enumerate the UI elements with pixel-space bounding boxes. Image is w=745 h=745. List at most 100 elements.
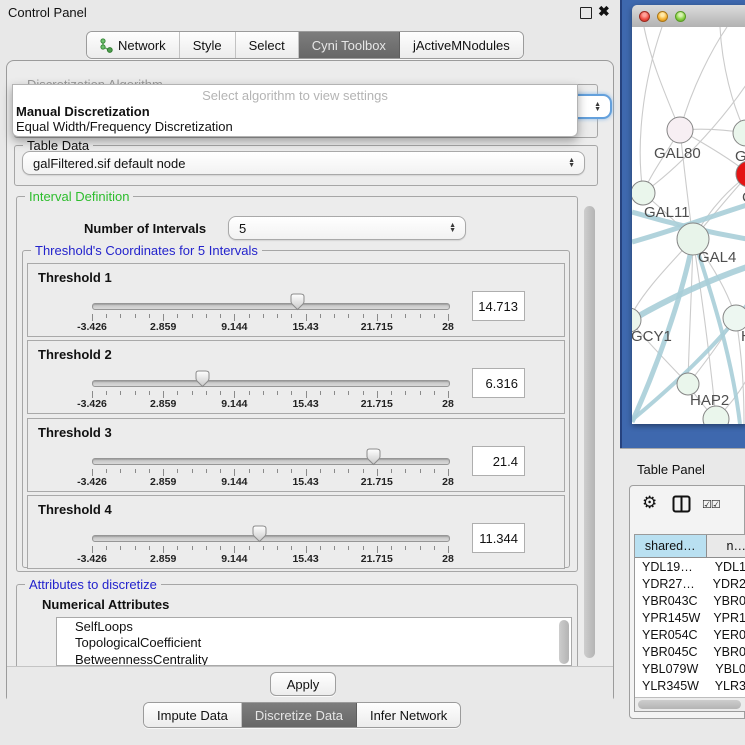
close-icon[interactable]: ✖	[598, 3, 610, 20]
tab-select[interactable]: Select	[236, 32, 299, 58]
popup-item-text: Equal Width/Frequency Discretization	[16, 119, 233, 134]
table-row[interactable]: YLR345WYLR3	[635, 677, 745, 694]
popup-item-equal-width[interactable]: Equal Width/Frequency Discretization	[13, 119, 577, 135]
network-window[interactable]: GAL80GACGAL11GAL4GCY1HHAP2	[632, 5, 745, 424]
list-scrollbar[interactable]	[559, 620, 569, 664]
close-window-icon[interactable]	[639, 11, 650, 22]
network-edge	[643, 85, 745, 193]
threshold-value-field[interactable]: 6.316	[472, 368, 525, 398]
combo-value: galFiltered.sif default node	[33, 156, 185, 171]
cell-shared-name: YBR043C	[635, 594, 707, 608]
node-label: GAL4	[698, 249, 736, 266]
tick-label: 2.859	[150, 476, 176, 488]
tab-label: Style	[193, 38, 222, 53]
minimize-window-icon[interactable]	[657, 11, 668, 22]
network-node[interactable]	[632, 181, 655, 205]
tab-label: Discretize Data	[255, 708, 343, 723]
float-window-icon[interactable]	[580, 7, 592, 19]
columns-icon[interactable]	[672, 495, 691, 513]
hscrollbar-thumb[interactable]	[638, 700, 741, 709]
table-row[interactable]: YER054CYER0	[635, 626, 745, 643]
slider-tick-labels: -3.4262.8599.14415.4321.71528	[92, 476, 449, 488]
tick-label: 15.43	[292, 321, 318, 333]
network-node[interactable]	[733, 120, 745, 146]
zoom-window-icon[interactable]	[675, 11, 686, 22]
apply-button[interactable]: Apply	[270, 672, 336, 696]
threshold-row: Threshold 2 -3.4262.8599.14415.4321.7152…	[27, 340, 565, 414]
tick-label: 15.43	[292, 553, 318, 565]
network-window-titlebar[interactable]	[632, 5, 745, 28]
tab-style[interactable]: Style	[180, 32, 236, 58]
select-columns-icon[interactable]: ☑☑	[702, 498, 720, 511]
num-intervals-spinner[interactable]: 5 ▲▼	[228, 216, 466, 240]
tab-discretize-data[interactable]: Discretize Data	[242, 703, 357, 727]
tick-label: 21.715	[361, 321, 393, 333]
cell-shared-name: YPR145W	[635, 611, 707, 625]
threshold-slider[interactable]	[92, 380, 450, 387]
column-header-label: shared…	[645, 539, 696, 553]
network-canvas[interactable]: GAL80GACGAL11GAL4GCY1HHAP2	[632, 27, 745, 424]
attributes-list[interactable]: SelfLoopsTopologicalCoefficientBetweenne…	[56, 617, 572, 666]
tab-label: Impute Data	[157, 708, 228, 723]
slider-tick-labels: -3.4262.8599.14415.4321.71528	[92, 553, 449, 565]
cell-name: YBL0	[709, 662, 745, 676]
table-hscrollbar[interactable]	[635, 697, 745, 711]
app-root: { "panel": { "title": "Control Panel", "…	[0, 0, 745, 745]
tick-label: 28	[442, 553, 454, 565]
attribute-list-item[interactable]: BetweennessCentrality	[57, 651, 571, 666]
tab-impute-data[interactable]: Impute Data	[144, 703, 242, 727]
tick-label: 15.43	[292, 398, 318, 410]
slider-ticks	[92, 469, 449, 476]
slider-tick-labels: -3.4262.8599.14415.4321.71528	[92, 321, 449, 333]
node-label: GAL11	[644, 204, 690, 221]
network-graph[interactable]: GAL80GACGAL11GAL4GCY1HHAP2	[632, 27, 745, 424]
network-node[interactable]	[667, 117, 693, 143]
tab-cyni-toolbox[interactable]: Cyni Toolbox	[299, 32, 400, 58]
slider-thumb[interactable]	[290, 293, 305, 311]
table-data-combobox[interactable]: galFiltered.sif default node ▲▼	[22, 151, 585, 175]
tab-infer-network[interactable]: Infer Network	[357, 703, 460, 727]
slider-thumb[interactable]	[252, 525, 267, 543]
table-row[interactable]: YPR145WYPR1	[635, 609, 745, 626]
threshold-value-field[interactable]: 14.713	[472, 291, 525, 321]
tick-label: -3.426	[77, 553, 107, 565]
table-row[interactable]: YDR27…YDR2	[635, 575, 745, 592]
threshold-slider[interactable]	[92, 458, 450, 465]
attribute-list-item[interactable]: TopologicalCoefficient	[57, 635, 571, 652]
slider-thumb[interactable]	[366, 448, 381, 466]
threshold-slider[interactable]	[92, 303, 450, 310]
slider-ticks	[92, 391, 449, 398]
cell-shared-name: YDR27…	[635, 577, 707, 591]
column-header-name[interactable]: n…	[707, 535, 745, 557]
tick-label: 9.144	[221, 553, 247, 565]
popup-item-manual[interactable]: Manual Discretization	[13, 104, 577, 120]
tab-label: Network	[118, 38, 166, 53]
column-header-shared[interactable]: shared…	[635, 535, 707, 557]
threshold-slider[interactable]	[92, 535, 450, 542]
tick-label: 28	[442, 321, 454, 333]
cell-shared-name: YLR345W	[635, 679, 709, 693]
table-row[interactable]: YBR043CYBR0	[635, 592, 745, 609]
node-table: shared… n… YDL19…YDL1YDR27…YDR2YBR043CYB…	[634, 534, 745, 712]
threshold-value-field[interactable]: 11.344	[472, 523, 525, 553]
vertical-scrollbar[interactable]	[584, 206, 595, 658]
tab-network[interactable]: Network	[87, 32, 180, 58]
threshold-row: Threshold 4 -3.4262.8599.14415.4321.7152…	[27, 495, 565, 569]
tab-jactivemnodules[interactable]: jActiveMNodules	[400, 32, 523, 58]
table-row[interactable]: YBL079WYBL0	[635, 660, 745, 677]
table-row[interactable]: YDL19…YDL1	[635, 558, 745, 575]
threshold-value-field[interactable]: 21.4	[472, 446, 525, 476]
attribute-list-item[interactable]: SelfLoops	[57, 618, 571, 635]
spinner-value: 5	[239, 221, 246, 236]
slider-ticks	[92, 546, 449, 553]
slider-thumb[interactable]	[195, 370, 210, 388]
popup-item-text: Manual Discretization	[16, 104, 150, 119]
gear-icon[interactable]: ⚙	[642, 494, 657, 511]
table-row[interactable]: YBR045CYBR0	[635, 643, 745, 660]
control-panel: Control Panel ✖ Network Style Select Cyn…	[0, 0, 620, 745]
tick-label: 21.715	[361, 398, 393, 410]
control-panel-titlebar: Control Panel ✖	[0, 0, 620, 24]
cell-name: YDR2	[707, 577, 745, 591]
threshold-label: Threshold 2	[38, 347, 112, 362]
node-label: GCY1	[632, 328, 672, 345]
